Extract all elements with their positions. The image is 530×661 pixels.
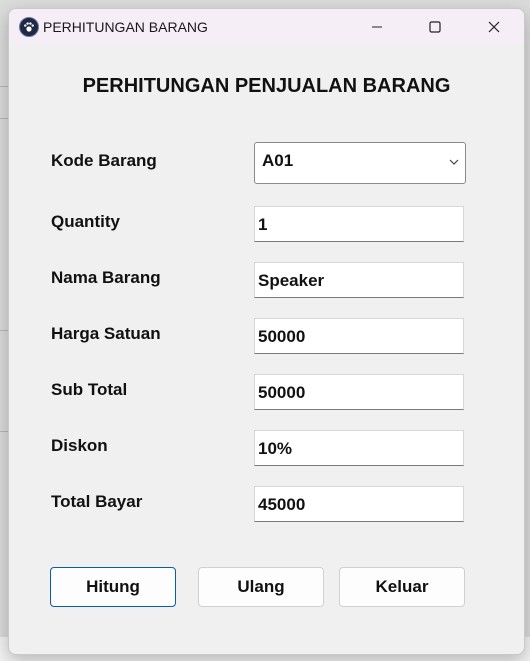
total-bayar-field[interactable]: 45000 <box>254 486 464 522</box>
chevron-down-icon <box>449 159 459 165</box>
maximize-icon <box>429 21 441 33</box>
harga-satuan-field[interactable]: 50000 <box>254 318 464 354</box>
close-button[interactable] <box>465 9 523 45</box>
kode-barang-combobox[interactable]: A01 <box>254 142 466 184</box>
minimize-icon <box>372 26 382 28</box>
paw-icon <box>19 17 39 37</box>
kode-barang-value: A01 <box>262 151 294 170</box>
harga-satuan-label: Harga Satuan <box>51 324 161 343</box>
form-heading: PERHITUNGAN PENJUALAN BARANG <box>82 75 451 97</box>
close-icon <box>488 21 500 33</box>
hitung-button[interactable]: Hitung <box>50 567 176 607</box>
keluar-button[interactable]: Keluar <box>339 567 465 607</box>
sub-total-field[interactable]: 50000 <box>254 374 464 410</box>
maximize-button[interactable] <box>406 9 464 45</box>
quantity-label: Quantity <box>51 212 120 231</box>
nama-barang-field[interactable]: Speaker <box>254 262 464 298</box>
nama-barang-label: Nama Barang <box>51 268 161 287</box>
total-bayar-label: Total Bayar <box>51 492 143 511</box>
minimize-button[interactable] <box>348 9 406 45</box>
diskon-field[interactable]: 10% <box>254 430 464 466</box>
kode-barang-label: Kode Barang <box>51 151 157 170</box>
window-title: PERHITUNGAN BARANG <box>43 19 208 35</box>
ulang-button[interactable]: Ulang <box>198 567 324 607</box>
diskon-label: Diskon <box>51 436 108 455</box>
quantity-field[interactable]: 1 <box>254 206 464 242</box>
title-bar[interactable]: PERHITUNGAN BARANG <box>9 9 524 45</box>
app-window: PERHITUNGAN BARANG PERHITUNGAN PENJUALAN… <box>8 8 525 655</box>
sub-total-label: Sub Total <box>51 380 128 399</box>
